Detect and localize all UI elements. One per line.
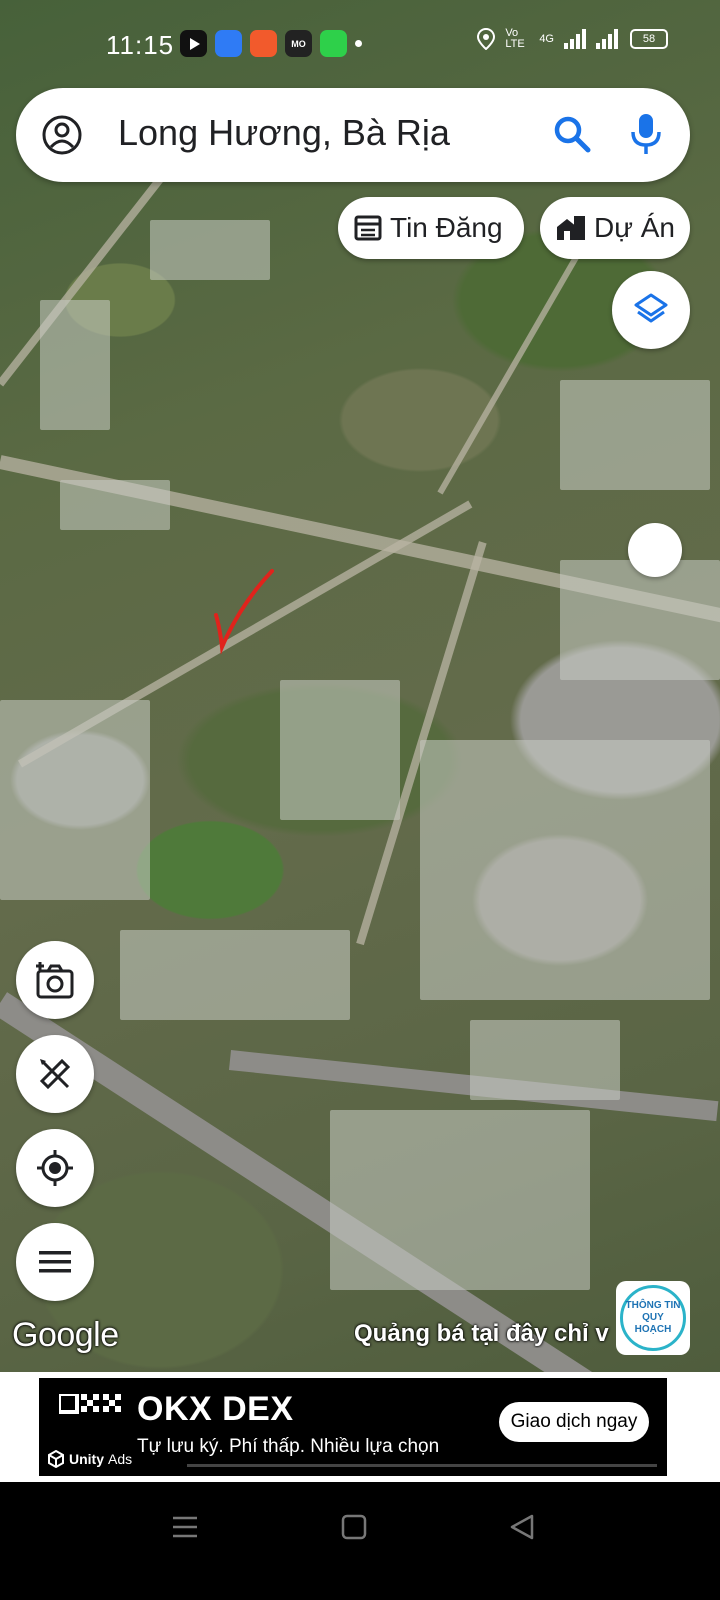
map-buildings bbox=[560, 380, 710, 490]
ads-label: Ads bbox=[108, 1451, 133, 1467]
map-buildings bbox=[120, 930, 350, 1020]
okx-logo-icon bbox=[59, 1394, 121, 1414]
search-query-text[interactable]: Long Hương, Bà Rịa bbox=[118, 112, 450, 154]
map-buildings bbox=[420, 740, 710, 1000]
microphone-icon[interactable] bbox=[626, 112, 666, 156]
floating-handle-button[interactable] bbox=[628, 523, 682, 577]
menu-button[interactable] bbox=[16, 1223, 94, 1301]
back-icon[interactable] bbox=[508, 1512, 536, 1542]
more-notifications-dot-icon bbox=[355, 40, 362, 47]
map-buildings bbox=[560, 560, 720, 680]
map-buildings bbox=[330, 1110, 590, 1290]
tin-dang-chip[interactable]: Tin Đăng bbox=[338, 197, 524, 259]
crosshair-icon bbox=[37, 1150, 73, 1186]
ruler-pencil-icon bbox=[39, 1058, 71, 1090]
map-buildings bbox=[150, 220, 270, 280]
ad-title: OKX DEX bbox=[137, 1390, 294, 1428]
building-icon bbox=[557, 216, 585, 240]
ad-fine-print bbox=[187, 1464, 657, 1467]
camera-button[interactable] bbox=[16, 941, 94, 1019]
du-an-label: Dự Án bbox=[594, 212, 675, 243]
map-buildings bbox=[40, 300, 110, 430]
home-icon[interactable] bbox=[340, 1512, 368, 1542]
unity-label: Unity bbox=[69, 1451, 104, 1467]
search-icon[interactable] bbox=[552, 114, 592, 154]
momo-icon: MO bbox=[285, 30, 312, 57]
search-bar[interactable]: Long Hương, Bà Rịa bbox=[16, 88, 690, 182]
account-icon[interactable] bbox=[42, 115, 82, 155]
system-nav-bar bbox=[0, 1482, 720, 1600]
measure-button[interactable] bbox=[16, 1035, 94, 1113]
red-check-mark bbox=[214, 569, 274, 655]
tin-dang-label: Tin Đăng bbox=[390, 212, 503, 243]
unity-ads-label: Unity Ads bbox=[47, 1450, 132, 1468]
shopee-icon bbox=[250, 30, 277, 57]
signal-icon bbox=[564, 29, 618, 49]
du-an-chip[interactable]: Dự Án bbox=[540, 197, 690, 259]
recent-apps-icon[interactable] bbox=[170, 1512, 200, 1542]
map-buildings bbox=[0, 700, 150, 900]
notification-icons: MO bbox=[180, 30, 362, 57]
my-location-button[interactable] bbox=[16, 1129, 94, 1207]
status-bar: 11:15 MO Vo LTE 4G 58 bbox=[0, 0, 720, 90]
ad-banner[interactable]: OKX DEX Tự lưu ký. Phí thấp. Nhiều lựa c… bbox=[39, 1378, 667, 1476]
location-icon bbox=[477, 28, 496, 50]
listing-icon bbox=[354, 215, 382, 241]
planning-info-button[interactable]: THÔNG TIN QUY HOẠCH bbox=[616, 1281, 690, 1355]
map-buildings bbox=[280, 680, 400, 820]
status-time: 11:15 bbox=[106, 30, 175, 60]
zalo-icon bbox=[215, 30, 242, 57]
battery-icon: 58 bbox=[630, 29, 668, 49]
add-photo-icon bbox=[36, 962, 74, 999]
battery-level: 58 bbox=[642, 33, 656, 45]
unity-logo-icon bbox=[48, 1450, 64, 1468]
ad-container: OKX DEX Tự lưu ký. Phí thấp. Nhiều lựa c… bbox=[0, 1372, 720, 1482]
green-app-icon bbox=[320, 30, 347, 57]
map-buildings bbox=[60, 480, 170, 530]
google-logo: Google bbox=[12, 1316, 119, 1354]
system-indicators: Vo LTE 4G 58 bbox=[477, 28, 668, 50]
layers-icon bbox=[634, 293, 668, 323]
volte-label: Vo LTE bbox=[505, 27, 525, 50]
planning-info-label: THÔNG TIN QUY HOẠCH bbox=[620, 1285, 686, 1351]
ad-subtitle: Tự lưu ký. Phí thấp. Nhiều lựa chọn bbox=[137, 1436, 440, 1457]
youtube-icon bbox=[180, 30, 207, 57]
menu-icon bbox=[39, 1251, 71, 1273]
map-layers-button[interactable] bbox=[612, 271, 690, 349]
map-buildings bbox=[470, 1020, 620, 1100]
network-type: 4G bbox=[539, 33, 554, 45]
promo-text[interactable]: Quảng bá tại đây chỉ v bbox=[354, 1320, 620, 1348]
ad-cta-button[interactable]: Giao dịch ngay bbox=[499, 1402, 649, 1442]
